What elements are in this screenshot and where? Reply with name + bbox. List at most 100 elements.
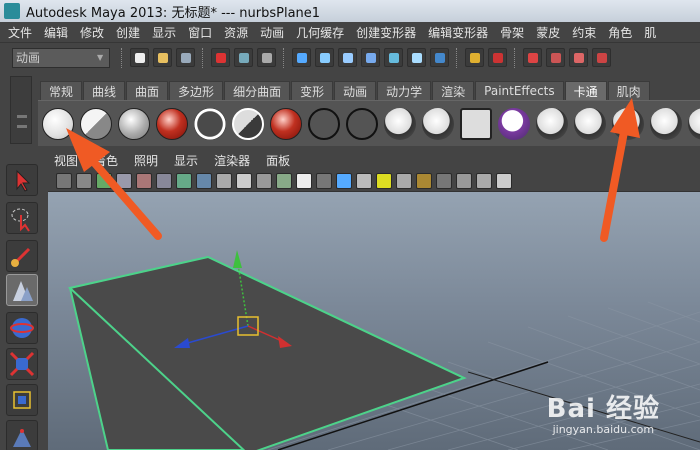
remove-outline-icon[interactable]: [346, 107, 378, 140]
textured-icon[interactable]: [276, 172, 292, 189]
isolate-select-icon[interactable]: [476, 172, 492, 189]
bookmarks-icon[interactable]: [96, 172, 112, 189]
snap-point-icon[interactable]: [338, 48, 357, 67]
rotate-tool-icon[interactable]: [6, 312, 38, 344]
dark-profile-icon[interactable]: [194, 107, 226, 140]
wireframe-icon[interactable]: [216, 172, 232, 189]
menu-create-deformers[interactable]: 创建变形器: [356, 24, 416, 41]
all-lights-icon[interactable]: [396, 172, 412, 189]
menu-character[interactable]: 角色: [608, 24, 632, 41]
select-tool-icon[interactable]: [6, 164, 38, 196]
tab-polygons[interactable]: 多边形: [169, 81, 224, 100]
help-icon[interactable]: [430, 48, 449, 67]
paint-brush-tool-icon[interactable]: [650, 107, 682, 140]
paint-line-attributes-icon[interactable]: [460, 107, 492, 140]
construction-history-icon[interactable]: [523, 48, 542, 67]
panel-menu-panels[interactable]: 面板: [266, 152, 290, 169]
render-current-icon[interactable]: [546, 48, 565, 67]
use-default-material-icon[interactable]: [456, 172, 472, 189]
lasso-tool-icon[interactable]: [6, 202, 38, 234]
rim-light-icon[interactable]: [232, 107, 264, 140]
menu-edit[interactable]: 编辑: [44, 24, 68, 41]
menu-create[interactable]: 创建: [116, 24, 140, 41]
panel-menu-lighting[interactable]: 照明: [134, 152, 158, 169]
film-gate-icon[interactable]: [176, 172, 192, 189]
snap-plane-icon[interactable]: [361, 48, 380, 67]
lock-icon[interactable]: [465, 48, 484, 67]
xray-icon[interactable]: [336, 172, 352, 189]
share-icon[interactable]: [496, 172, 512, 189]
tab-curves[interactable]: 曲线: [83, 81, 126, 100]
resolution-gate-icon[interactable]: [196, 172, 212, 189]
menu-animate[interactable]: 动画: [260, 24, 284, 41]
tab-rendering[interactable]: 渲染: [432, 81, 475, 100]
tab-toon[interactable]: 卡通: [564, 81, 607, 100]
paint-profile-tool-icon[interactable]: [688, 107, 700, 140]
menu-muscle[interactable]: 肌: [644, 24, 656, 41]
assign-fill-shader-icon[interactable]: [612, 107, 644, 140]
checker-icon[interactable]: [356, 172, 372, 189]
shaded-brightness-three-tone-icon[interactable]: [156, 107, 188, 140]
menu-file[interactable]: 文件: [8, 24, 32, 41]
ipr-render-icon[interactable]: [569, 48, 588, 67]
menu-set-dropdown[interactable]: 动画 ▼: [12, 47, 110, 68]
menu-assets[interactable]: 资源: [224, 24, 248, 41]
reverse-surfaces-icon[interactable]: [384, 107, 416, 140]
tab-muscle[interactable]: 肌肉: [607, 81, 650, 100]
select-camera-icon[interactable]: [436, 172, 452, 189]
tab-animation[interactable]: 动画: [334, 81, 377, 100]
tab-subdivs[interactable]: 细分曲面: [224, 81, 291, 100]
panel-menu-show[interactable]: 显示: [174, 152, 198, 169]
paint-line-width-icon[interactable]: [536, 107, 568, 140]
panel-menu-renderer[interactable]: 渲染器: [214, 152, 250, 169]
soft-modification-icon[interactable]: [6, 420, 38, 450]
new-scene-icon[interactable]: [130, 48, 149, 67]
menu-window[interactable]: 窗口: [188, 24, 212, 41]
move-tool-icon[interactable]: [6, 274, 38, 306]
camera-attributes-icon[interactable]: [76, 172, 92, 189]
select-component-icon[interactable]: [257, 48, 276, 67]
shadows-icon[interactable]: [416, 172, 432, 189]
select-hierarchy-icon[interactable]: [211, 48, 230, 67]
menu-display[interactable]: 显示: [152, 24, 176, 41]
create-modifier-icon[interactable]: [422, 107, 454, 140]
paint-line-offset-icon[interactable]: [574, 107, 606, 140]
tab-deformation[interactable]: 变形: [291, 81, 334, 100]
image-plane-icon[interactable]: [116, 172, 132, 189]
universal-manipulator-icon[interactable]: [6, 384, 38, 416]
snap-grid-icon[interactable]: [292, 48, 311, 67]
y-arrow-icon[interactable]: [233, 250, 242, 268]
menu-edit-deformers[interactable]: 编辑变形器: [428, 24, 488, 41]
scale-tool-icon[interactable]: [6, 348, 38, 380]
light-angle-fill-icon[interactable]: [80, 107, 112, 140]
smooth-shade-icon[interactable]: [236, 172, 252, 189]
select-object-icon[interactable]: [234, 48, 253, 67]
paint-select-tool-icon[interactable]: [6, 240, 38, 272]
menu-modify[interactable]: 修改: [80, 24, 104, 41]
camera-select-icon[interactable]: [56, 172, 72, 189]
perspective-viewport[interactable]: Bai 经验 jingyan.baidu.com: [48, 192, 700, 450]
circle-highlight-icon[interactable]: [270, 107, 302, 140]
open-scene-icon[interactable]: [153, 48, 172, 67]
grid-icon[interactable]: [156, 172, 172, 189]
tab-painteffects[interactable]: PaintEffects: [475, 81, 564, 100]
wireframe-on-shaded-icon[interactable]: [256, 172, 272, 189]
text-icon[interactable]: [296, 172, 312, 189]
menu-skin[interactable]: 蒙皮: [536, 24, 560, 41]
snap-live-icon[interactable]: [407, 48, 426, 67]
solid-color-fill-icon[interactable]: [42, 107, 74, 140]
save-scene-icon[interactable]: [176, 48, 195, 67]
shaded-brightness-two-tone-icon[interactable]: [118, 107, 150, 140]
two-d-pan-zoom-icon[interactable]: [136, 172, 152, 189]
menu-skeleton[interactable]: 骨架: [500, 24, 524, 41]
render-settings-icon[interactable]: [592, 48, 611, 67]
tab-surfaces[interactable]: 曲面: [126, 81, 169, 100]
panel-menu-view[interactable]: 视图: [54, 152, 78, 169]
assign-outline-icon[interactable]: [308, 107, 340, 140]
history-icon[interactable]: [488, 48, 507, 67]
tab-dynamics[interactable]: 动力学: [377, 81, 432, 100]
shelf-grip[interactable]: [10, 76, 32, 144]
tab-general[interactable]: 常规: [40, 81, 83, 100]
panel-menu-shading[interactable]: 着色: [94, 152, 118, 169]
convert-to-polygons-icon[interactable]: [498, 107, 530, 140]
